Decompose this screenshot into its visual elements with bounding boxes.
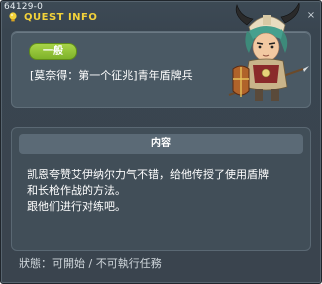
content-line: 跟他们进行对练吧。 xyxy=(27,200,126,213)
quest-info-window: 64129-0 QUEST INFO × 一般 [莫奈得：第一个征兆]青年盾牌兵 xyxy=(0,0,322,284)
quest-status: 狀態：可開始 / 不可執行任務 xyxy=(19,257,162,271)
quest-category-badge: 一般 xyxy=(29,43,77,60)
content-line: 凯恩夸赞艾伊纳尔力气不错，给他传授了使用盾牌 xyxy=(27,168,269,181)
quest-content-panel: 内容 凯恩夸赞艾伊纳尔力气不错，给他传授了使用盾牌 和长枪作战的方法。 跟他们进… xyxy=(11,127,311,251)
npc-portrait xyxy=(228,3,309,101)
quest-bulb-icon xyxy=(9,12,17,22)
window-title: QUEST INFO xyxy=(24,12,98,23)
status-label: 狀態 xyxy=(19,257,41,270)
quest-name: [莫奈得：第一个征兆]青年盾牌兵 xyxy=(30,69,193,82)
content-line: 和长枪作战的方法。 xyxy=(27,184,126,197)
content-header: 内容 xyxy=(19,134,303,154)
content-body: 凯恩夸赞艾伊纳尔力气不错，给他传授了使用盾牌 和长枪作战的方法。 跟他们进行对练… xyxy=(27,167,303,215)
status-separator: ： xyxy=(41,257,52,270)
status-value: 可開始 / 不可執行任務 xyxy=(52,257,162,270)
